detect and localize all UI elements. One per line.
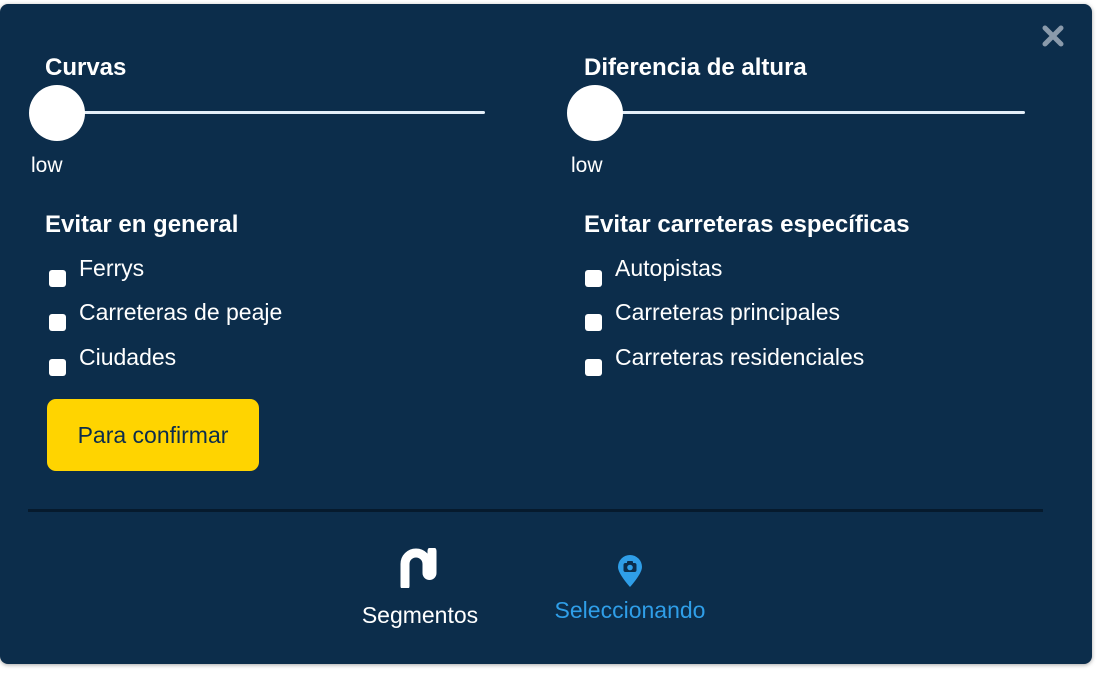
residential-checkbox[interactable] xyxy=(585,359,602,376)
close-x-icon xyxy=(1042,25,1064,47)
tolls-checkbox[interactable] xyxy=(49,314,66,331)
elevation-level-label: low xyxy=(571,154,603,177)
elevation-slider-track[interactable] xyxy=(595,111,1025,114)
divider xyxy=(28,509,1043,512)
close-button[interactable] xyxy=(1040,23,1066,49)
curves-slider[interactable] xyxy=(29,85,485,141)
ferries-checkbox[interactable] xyxy=(49,270,66,287)
avoid-cities-option[interactable]: Ciudades xyxy=(49,340,177,376)
avoid-tolls-option[interactable]: Carreteras de peaje xyxy=(49,295,283,331)
avoid-specific-title: Evitar carreteras específicas xyxy=(584,211,910,238)
cities-label: Ciudades xyxy=(79,344,177,370)
cities-checkbox[interactable] xyxy=(49,359,66,376)
curves-level-label: low xyxy=(31,154,63,177)
tab-selecting[interactable]: Seleccionando xyxy=(540,554,720,624)
tolls-label: Carreteras de peaje xyxy=(79,299,283,325)
ferries-label: Ferrys xyxy=(79,255,145,281)
elevation-slider-thumb[interactable] xyxy=(567,85,623,141)
curves-title: Curvas xyxy=(45,54,127,81)
confirm-button[interactable]: Para confirmar xyxy=(47,399,259,471)
segments-road-icon xyxy=(400,548,437,588)
avoid-general-title: Evitar en general xyxy=(45,211,239,238)
avoid-ferries-option[interactable]: Ferrys xyxy=(49,251,145,287)
map-pin-camera-icon xyxy=(618,555,642,587)
avoid-residential-option[interactable]: Carreteras residenciales xyxy=(585,340,865,376)
highways-label: Autopistas xyxy=(615,255,723,281)
tab-segments-label: Segmentos xyxy=(361,602,479,628)
tab-segments[interactable]: Segmentos xyxy=(350,548,490,629)
main-roads-checkbox[interactable] xyxy=(585,314,602,331)
elevation-slider[interactable] xyxy=(567,85,1025,141)
avoid-main-roads-option[interactable]: Carreteras principales xyxy=(585,295,840,331)
highways-checkbox[interactable] xyxy=(585,270,602,287)
tab-selecting-label: Seleccionando xyxy=(554,597,706,623)
curves-slider-track[interactable] xyxy=(57,111,485,114)
main-roads-label: Carreteras principales xyxy=(615,299,840,325)
route-options-panel: Curvas low Diferencia de altura low Evit… xyxy=(0,4,1092,664)
elevation-title: Diferencia de altura xyxy=(584,54,807,81)
curves-slider-thumb[interactable] xyxy=(29,85,85,141)
residential-label: Carreteras residenciales xyxy=(615,344,865,370)
avoid-highways-option[interactable]: Autopistas xyxy=(585,251,723,287)
